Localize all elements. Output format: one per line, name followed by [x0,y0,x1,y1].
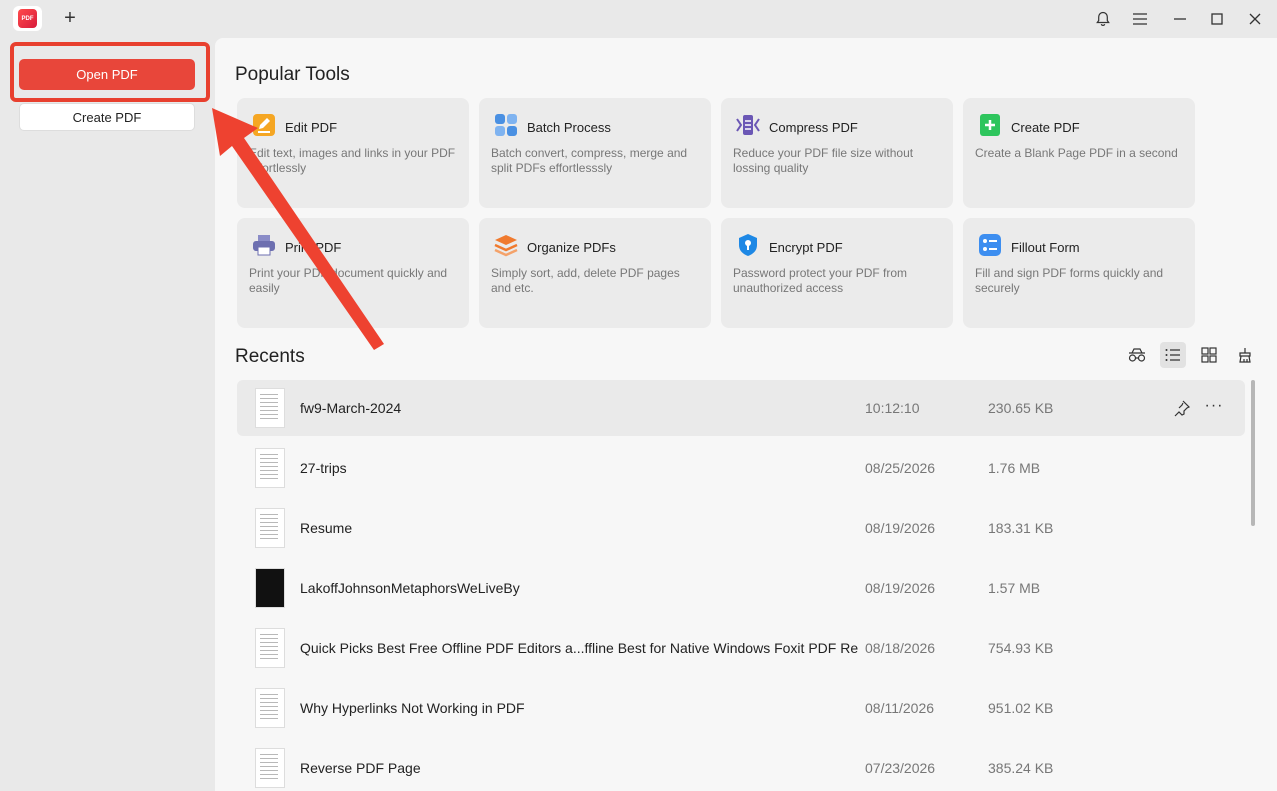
file-thumbnail [255,568,285,608]
file-name: Quick Picks Best Free Offline PDF Editor… [300,640,859,656]
file-date: 08/19/2026 [865,580,936,596]
file-name: fw9-March-2024 [300,400,402,416]
recent-file-row[interactable]: Resume 08/19/2026 183.31 KB [237,500,1245,556]
tool-description: Print your PDF document quickly and easi… [249,266,448,295]
recent-file-row[interactable]: Quick Picks Best Free Offline PDF Editor… [237,620,1245,676]
file-date: 10:12:10 [865,400,920,416]
create-pdf-button[interactable]: Create PDF [19,103,195,131]
recents-title: Recents [235,346,305,367]
tool-name: Print PDF [285,240,342,255]
tool-description: Batch convert, compress, merge and split… [491,146,688,175]
create-icon [977,112,1003,138]
maximize-icon[interactable] [1206,8,1228,30]
tool-card-edit-pdf[interactable]: Edit PDF Edit text, images and links in … [237,98,469,208]
tool-name: Batch Process [527,120,611,135]
file-thumbnail [255,688,285,728]
compress-icon [735,112,761,138]
file-date: 08/25/2026 [865,460,936,476]
file-date: 08/18/2026 [865,640,936,656]
more-options-button[interactable]: ··· [1203,397,1225,417]
file-size: 754.93 KB [988,640,1054,656]
file-thumbnail [255,748,285,788]
recent-file-row[interactable]: Reverse PDF Page 07/23/2026 385.24 KB [237,740,1245,791]
tool-description: Edit text, images and links in your PDF … [249,146,456,175]
menu-icon[interactable] [1129,8,1151,30]
title-bar: PDF + [0,0,1277,38]
tool-name: Edit PDF [285,120,338,135]
batch-icon [493,112,519,138]
recent-file-row[interactable]: LakoffJohnsonMetaphorsWeLiveBy 08/19/202… [237,560,1245,616]
recent-file-row[interactable]: Why Hyperlinks Not Working in PDF 08/11/… [237,680,1245,736]
bell-icon[interactable] [1092,8,1114,30]
file-name: Resume [300,520,353,536]
file-size: 385.24 KB [988,760,1054,776]
pin-icon[interactable] [1173,399,1191,417]
popular-tools-title: Popular Tools [235,64,350,85]
organize-icon [493,232,519,258]
filter-icon[interactable] [1124,342,1150,368]
tool-description: Reduce your PDF file size without lossin… [733,146,914,175]
sidebar [0,38,215,791]
tool-description: Create a Blank Page PDF in a second [975,146,1178,160]
tool-description: Simply sort, add, delete PDF pages and e… [491,266,680,295]
open-pdf-button[interactable]: Open PDF [19,59,195,90]
tool-card-batch-process[interactable]: Batch Process Batch convert, compress, m… [479,98,711,208]
file-thumbnail [255,388,285,428]
app-logo[interactable]: PDF [13,6,42,31]
file-size: 183.31 KB [988,520,1054,536]
new-tab-button[interactable]: + [60,8,80,28]
tool-card-encrypt-pdf[interactable]: Encrypt PDF Password protect your PDF fr… [721,218,953,328]
tool-card-print-pdf[interactable]: Print PDF Print your PDF document quickl… [237,218,469,328]
close-icon[interactable] [1244,8,1266,30]
tool-name: Organize PDFs [527,240,616,255]
file-name: Why Hyperlinks Not Working in PDF [300,700,525,716]
file-name: LakoffJohnsonMetaphorsWeLiveBy [300,580,520,596]
file-thumbnail [255,628,285,668]
file-date: 08/11/2026 [865,700,935,716]
recent-file-row[interactable]: fw9-March-2024 10:12:10 230.65 KB ··· [237,380,1245,436]
file-size: 951.02 KB [988,700,1054,716]
file-name: 27-trips [300,460,347,476]
edit-icon [251,112,277,138]
app-logo-mark: PDF [18,9,37,28]
scrollbar[interactable] [1251,380,1255,526]
grid-view-icon[interactable] [1196,342,1222,368]
file-size: 1.57 MB [988,580,1041,596]
tool-name: Compress PDF [769,120,858,135]
tool-description: Password protect your PDF from unauthori… [733,266,908,295]
file-thumbnail [255,508,285,548]
tool-card-create-pdf[interactable]: Create PDF Create a Blank Page PDF in a … [963,98,1195,208]
clean-icon[interactable] [1232,342,1258,368]
main-panel: Popular Tools Edit PDF Edit text, images… [215,38,1277,791]
recent-file-row[interactable]: 27-trips 08/25/2026 1.76 MB [237,440,1245,496]
tool-card-fillout-form[interactable]: Fillout Form Fill and sign PDF forms qui… [963,218,1195,328]
print-icon [251,232,277,258]
file-name: Reverse PDF Page [300,760,421,776]
file-thumbnail [255,448,285,488]
file-date: 08/19/2026 [865,520,936,536]
tool-name: Create PDF [1011,120,1080,135]
file-date: 07/23/2026 [865,760,936,776]
encrypt-icon [735,232,761,258]
tool-description: Fill and sign PDF forms quickly and secu… [975,266,1164,295]
tool-name: Encrypt PDF [769,240,843,255]
tool-name: Fillout Form [1011,240,1080,255]
tool-card-organize-pdfs[interactable]: Organize PDFs Simply sort, add, delete P… [479,218,711,328]
tool-card-compress-pdf[interactable]: Compress PDF Reduce your PDF file size w… [721,98,953,208]
minimize-icon[interactable] [1169,8,1191,30]
form-icon [977,232,1003,258]
list-view-icon[interactable] [1160,342,1186,368]
file-size: 1.76 MB [988,460,1041,476]
file-size: 230.65 KB [988,400,1054,416]
